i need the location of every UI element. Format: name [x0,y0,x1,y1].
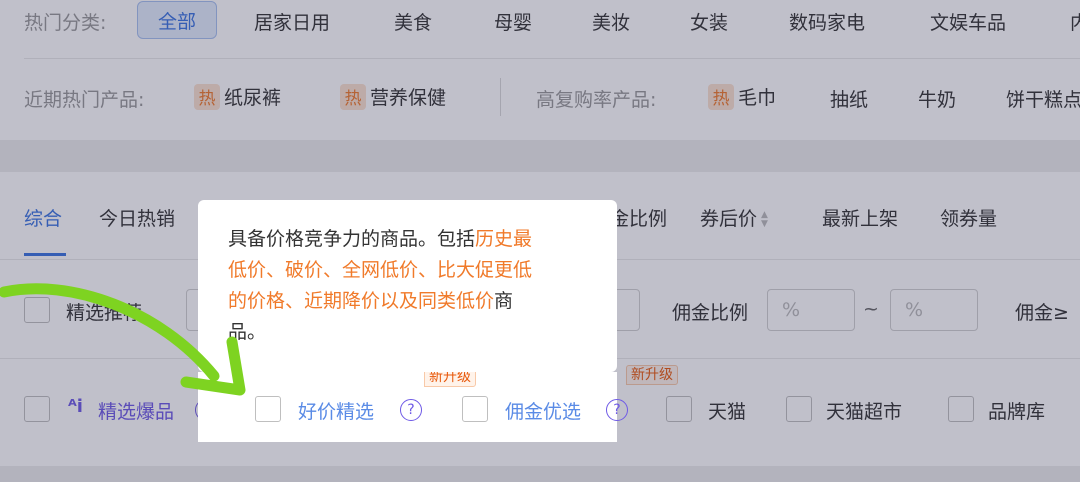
hot-item-label: 纸尿裤 [224,87,282,109]
recent-hot-label: 近期热门产品: [24,89,145,111]
hot-item-nutrition[interactable]: 热 营养保健 [340,83,446,110]
hot-item-milk[interactable]: 牛奶 [918,85,956,112]
category-more[interactable]: 内 [1070,8,1080,35]
help-icon[interactable]: ? [606,399,628,421]
section-gap [0,140,1080,172]
tab-newest[interactable]: 最新上架 [822,204,898,231]
hot-item-diapers[interactable]: 热 纸尿裤 [194,83,281,110]
hot-item-label: 毛巾 [738,87,777,109]
category-culture-car[interactable]: 文娱车品 [930,8,1006,35]
divider [500,78,501,116]
commission-ratio-label: 佣金比例 [672,302,749,324]
tooltip-text: 商 [494,290,514,312]
hot-item-biscuit[interactable]: 饼干糕点 [1006,85,1080,112]
tab-coupon-count[interactable]: 领券量 [940,204,997,231]
hot-badge: 热 [340,83,366,110]
hot-badge: 热 [708,83,734,110]
sort-arrows-icon: ▲ ▼ [761,209,768,229]
tooltip-arrow [398,372,416,381]
category-baby[interactable]: 母婴 [494,8,532,35]
category-beauty[interactable]: 美妆 [592,8,630,35]
hot-item-tissue[interactable]: 抽纸 [830,85,868,112]
new-tag: 新升级 [626,364,678,385]
tooltip-highlight: 历史最 [475,228,533,250]
tab-label: 券后价 [700,208,758,230]
tmall-super-checkbox[interactable] [786,396,812,422]
hot-item-label: 营养保健 [370,87,447,109]
category-women[interactable]: 女装 [690,8,728,35]
category-digital[interactable]: 数码家电 [789,8,865,35]
tab-commission-ratio[interactable]: 金比例 [610,204,667,231]
tmall-checkbox[interactable] [666,396,692,422]
divider [24,58,1080,59]
green-arrow-icon [0,283,246,396]
category-home[interactable]: 居家日用 [254,8,330,35]
category-food[interactable]: 美食 [394,8,432,35]
good-price-label: 好价精选 [298,401,375,423]
help-icon[interactable]: ? [400,399,422,421]
tooltip-text: 具备价格竞争力的商品。包括 [228,228,476,250]
brand-library-label: 品牌库 [988,401,1046,423]
hot-badge: 热 [194,83,220,110]
commission-max-input[interactable]: % [890,289,978,331]
commission-min-input[interactable]: % [767,289,855,331]
range-separator: ~ [863,298,879,320]
tab-active-underline [24,253,66,256]
repurchase-label: 高复购率产品: [536,89,657,111]
tmall-label: 天猫 [708,401,747,423]
tab-today-hot[interactable]: 今日热销 [99,204,175,231]
brand-library-checkbox[interactable] [948,396,974,422]
commission-gte-label: 佣金≥ [1015,302,1069,324]
commission-pick-checkbox[interactable] [462,396,488,422]
commission-pick-label: 佣金优选 [505,401,582,423]
new-upgrade-badge: 新升级 [626,365,678,385]
tab-after-coupon-price[interactable]: 券后价 ▲ ▼ [700,204,768,231]
category-all[interactable]: 全部 [137,1,217,39]
category-label: 热门分类: [24,12,107,34]
section-gap [0,466,1080,482]
hot-item-towel[interactable]: 热 毛巾 [708,83,776,110]
tab-overall[interactable]: 综合 [24,204,62,231]
tmall-super-label: 天猫超市 [826,401,903,423]
